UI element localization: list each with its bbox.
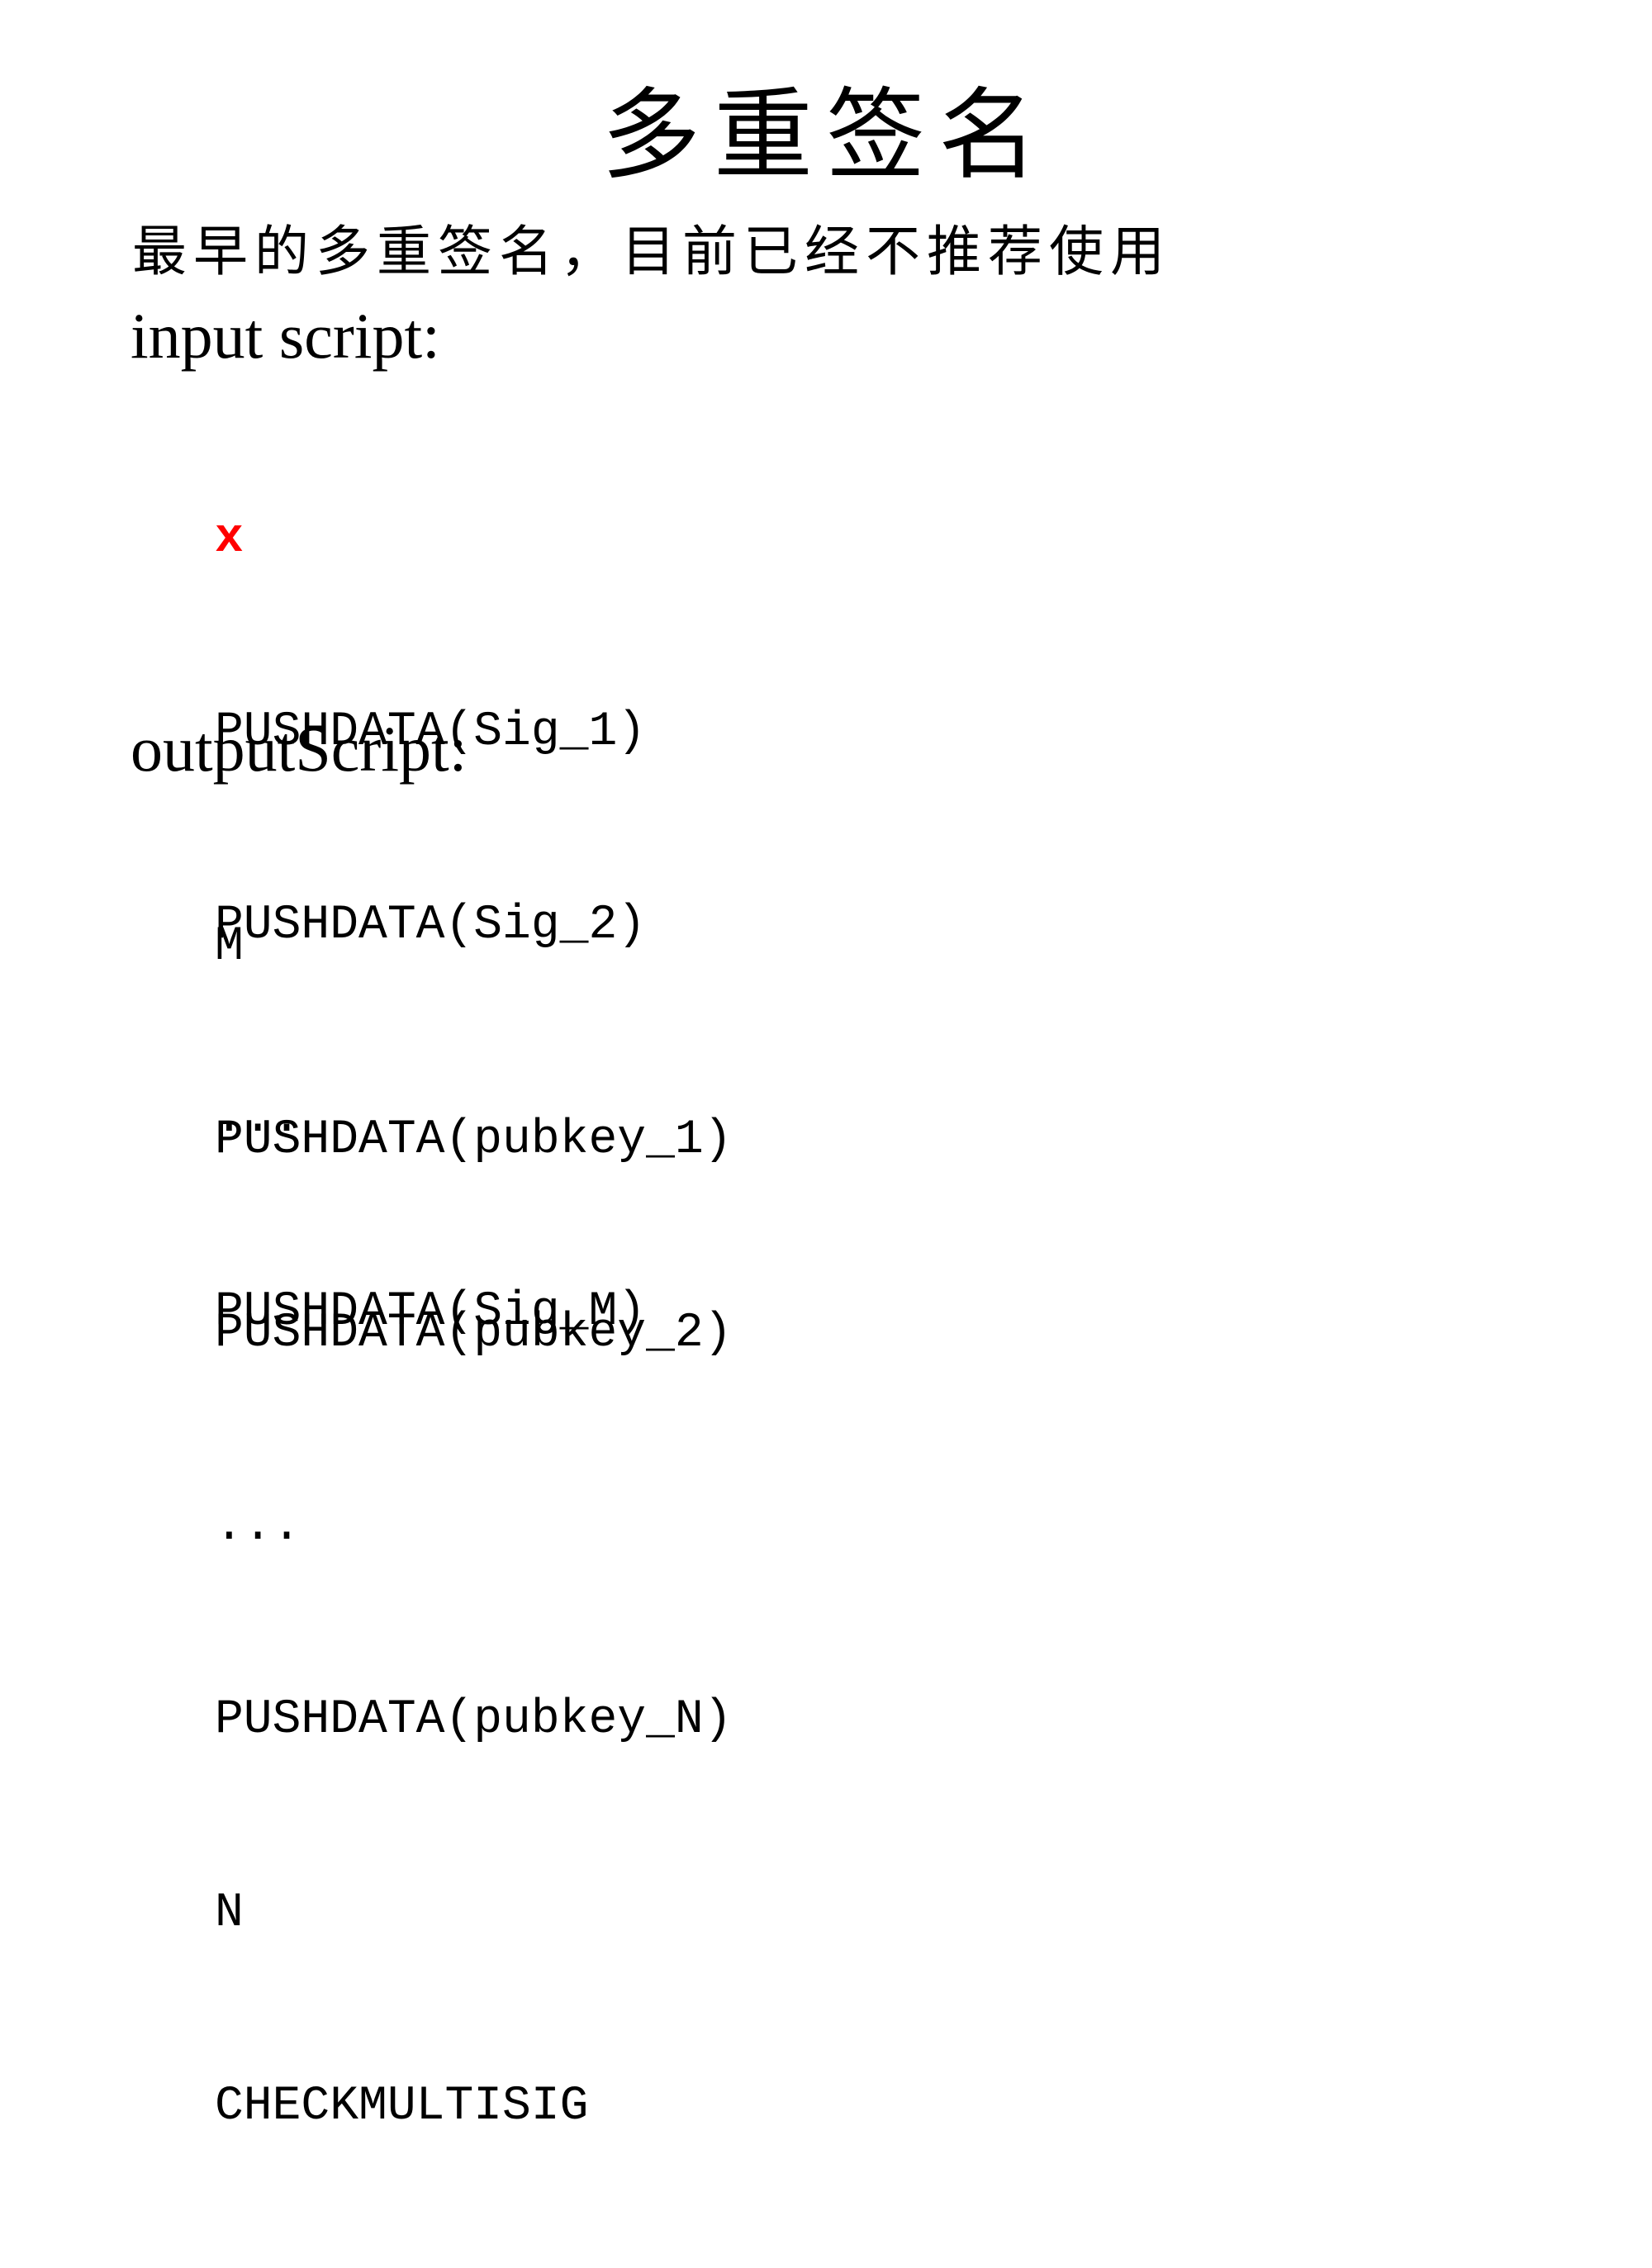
slide-subtitle: 最早的多重签名，目前已经不推荐使用 xyxy=(132,220,1171,283)
output-line-ellipsis: ... xyxy=(215,1500,301,1554)
output-script-code: M PUSHDATA(pubkey_1) PUSHDATA(pubkey_2) … xyxy=(215,786,733,2268)
output-line-pubkey-2: PUSHDATA(pubkey_2) xyxy=(215,1307,733,1360)
output-line-m: M xyxy=(215,920,244,974)
output-script-heading: outputScript: xyxy=(131,713,468,785)
output-line-n: N xyxy=(215,1886,244,1940)
slide-title: 多重签名 xyxy=(601,78,1051,193)
output-line-checkmultisig: CHECKMULTISIG xyxy=(215,2080,589,2133)
output-line-pubkey-1: PUSHDATA(pubkey_1) xyxy=(215,1113,733,1167)
slide: 多重签名 最早的多重签名，目前已经不推荐使用 input script: x P… xyxy=(0,0,1652,2133)
input-marker-x: x xyxy=(215,512,244,566)
output-line-pubkey-n: PUSHDATA(pubkey_N) xyxy=(215,1693,733,1747)
input-script-heading: input script: xyxy=(131,300,440,372)
